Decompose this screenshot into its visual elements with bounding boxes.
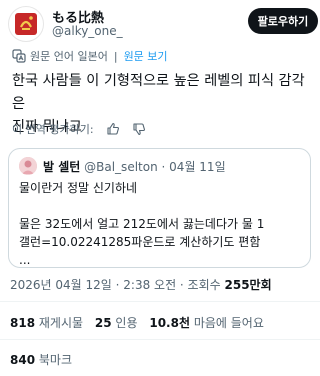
quoted-author-name: 발 셀턴	[43, 160, 81, 174]
author-avatar[interactable]	[8, 6, 44, 42]
quoted-text-line	[19, 197, 304, 215]
quoted-tweet-header: 발 셀턴 @Bal_selton · 04월 11일	[43, 158, 226, 175]
quoted-text-line: 물은 32도에서 얼고 212도에서 끓는데다가 물 1	[19, 217, 265, 231]
quote-label[interactable]: 인용	[115, 316, 137, 330]
tweet-text-line: 한국 사람들 이 기형적으로 높은 레벨의 피식 감각은	[12, 73, 305, 112]
bookmark-count: 840	[10, 353, 36, 367]
author-handle[interactable]: @alky_one_	[52, 24, 123, 38]
quoted-author-handle: @Bal_selton	[84, 160, 158, 174]
quoted-tweet[interactable]: 발 셀턴 @Bal_selton · 04월 11일 물이란거 정말 신기하네 …	[8, 148, 311, 268]
bookmark-stats: 840 북마크	[10, 351, 72, 368]
translation-language: 원문 언어 일본어	[30, 50, 108, 63]
quoted-text-line: 갤런=10.02241285파운드로 계산하기도 편함	[19, 235, 261, 249]
quoted-author-avatar	[19, 157, 37, 175]
rate-translation: 이 번역 평가하기:	[12, 120, 146, 138]
timestamp-text[interactable]: 2026년 04월 12일 · 2:38 오전 · 조회수	[10, 278, 225, 292]
like-count[interactable]: 10.8천	[149, 316, 190, 330]
thumbs-down-icon[interactable]	[132, 122, 146, 136]
tweet-timestamp: 2026년 04월 12일 · 2:38 오전 · 조회수 255만회	[10, 276, 272, 293]
quoted-tweet-date: 04월 11일	[169, 160, 226, 174]
quoted-text-line: 물이란거 정말 신기하네	[19, 181, 138, 195]
retweet-label[interactable]: 재게시물	[39, 316, 83, 330]
meta-separator: ·	[161, 160, 166, 174]
divider	[0, 339, 320, 340]
rate-translation-label: 이 번역 평가하기:	[12, 123, 94, 136]
follow-button[interactable]: 팔로우하기	[248, 8, 318, 34]
translation-notice: 원문 언어 일본어 | 원문 보기	[12, 48, 168, 64]
retweet-count[interactable]: 818	[10, 316, 35, 330]
quoted-text-line: ...	[19, 253, 31, 267]
show-original-link[interactable]: 원문 보기	[124, 48, 168, 64]
divider	[0, 301, 320, 302]
tweet-header: もる比熱 @alky_one_ 팔로우하기	[0, 0, 320, 42]
thumbs-up-icon[interactable]	[106, 122, 120, 136]
quote-count[interactable]: 25	[95, 316, 112, 330]
view-count: 255만회	[224, 278, 272, 292]
like-label[interactable]: 마음에 들어요	[194, 316, 264, 330]
bookmark-label: 북마크	[38, 353, 73, 367]
quoted-tweet-text: 물이란거 정말 신기하네 물은 32도에서 얼고 212도에서 끓는데다가 물 …	[19, 179, 304, 269]
translate-icon	[12, 49, 26, 63]
engagement-stats: 818 재게시물 25 인용 10.8천 마음에 들어요	[10, 314, 264, 331]
